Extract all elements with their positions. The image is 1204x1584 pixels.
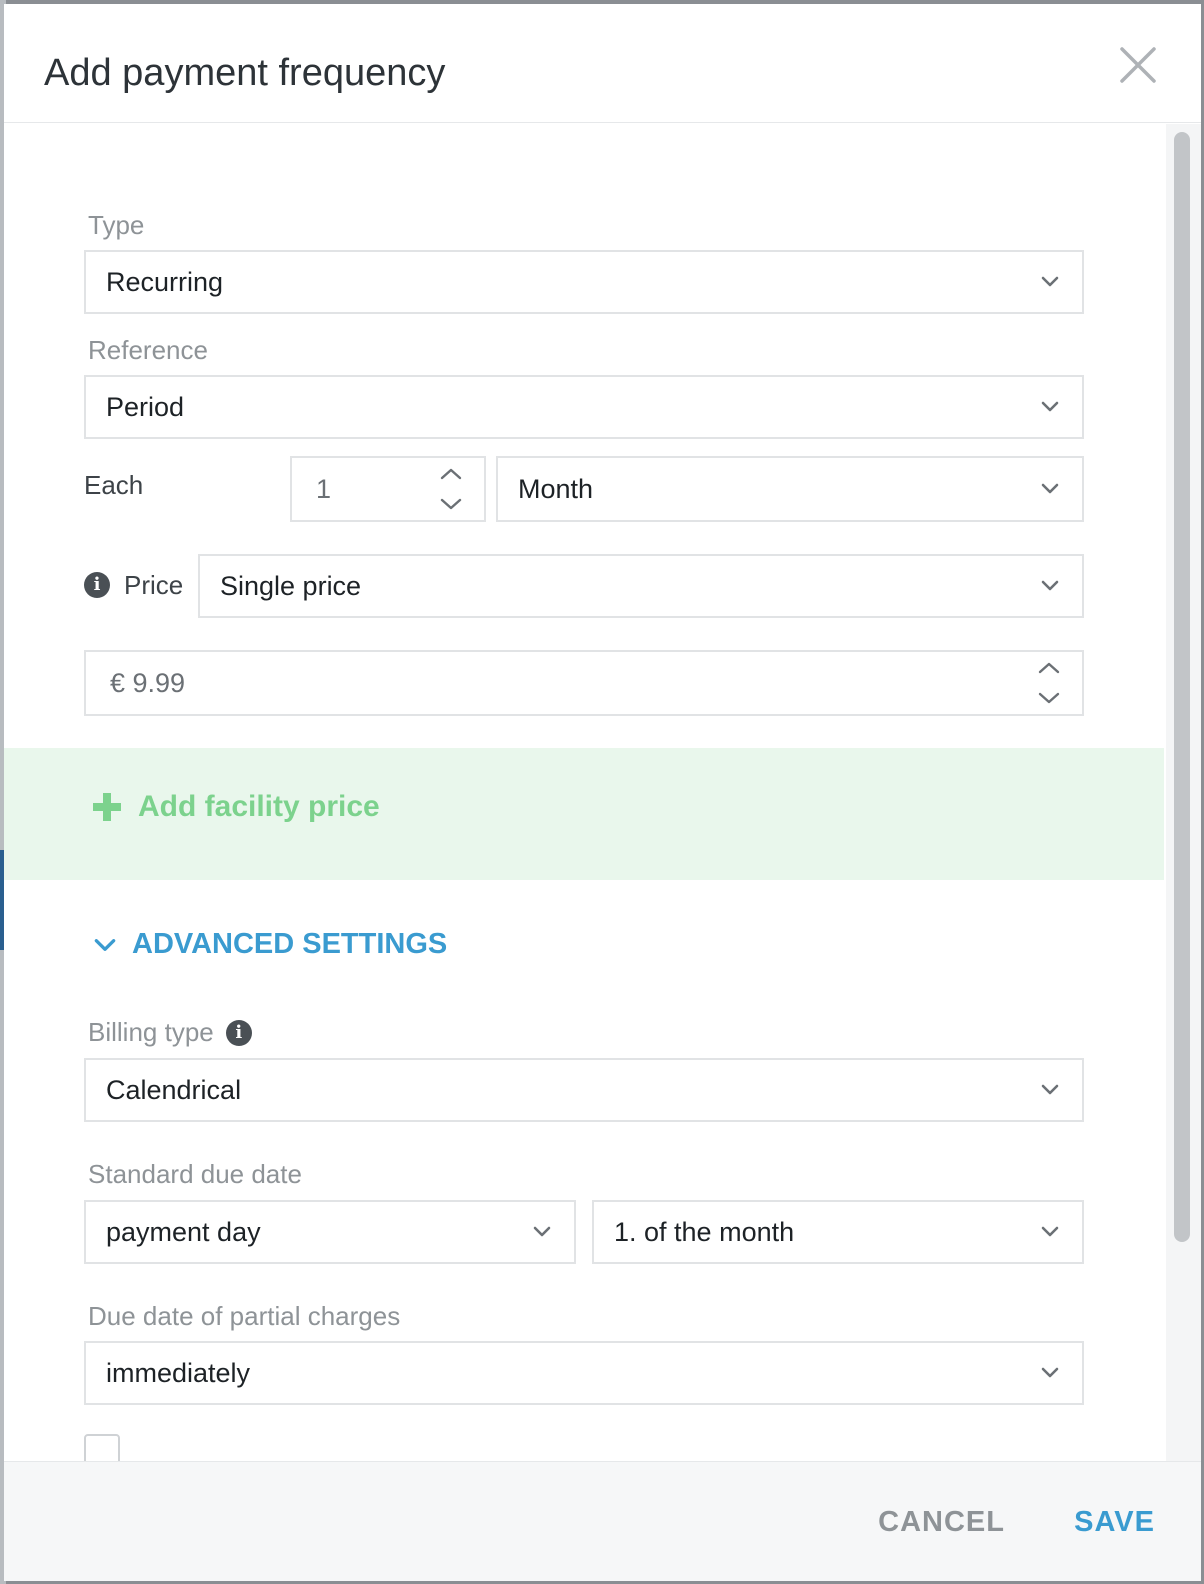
standard-due-day-value: 1. of the month	[614, 1216, 795, 1247]
each-label: Each	[84, 470, 144, 500]
modal-footer: CANCEL SAVE	[4, 1461, 1201, 1581]
cancel-button[interactable]: CANCEL	[878, 1506, 1005, 1539]
chevron-down-icon	[1041, 1226, 1059, 1237]
advanced-settings-toggle[interactable]: ADVANCED SETTINGS	[92, 928, 447, 961]
price-mode-select[interactable]: Single price	[198, 554, 1084, 618]
checkbox-row	[84, 1434, 120, 1464]
price-info-icon[interactable]: i	[84, 572, 110, 598]
billing-type-label: Billing type	[88, 1017, 214, 1047]
modal-title: Add payment frequency	[44, 52, 446, 94]
price-label: Price	[124, 570, 184, 600]
each-unit-value: Month	[518, 473, 594, 504]
reference-label: Reference	[88, 335, 208, 365]
modal-body: Type Recurring Reference Period Each 1 M…	[4, 124, 1164, 1464]
reference-select-value: Period	[106, 391, 185, 422]
each-count-value: 1	[316, 473, 332, 504]
chevron-down-icon	[1041, 483, 1059, 494]
modal-header: Add payment frequency	[4, 4, 1201, 123]
payment-frequency-modal: Add payment frequency Type Recurring Ref…	[4, 4, 1201, 1581]
each-unit-select[interactable]: Month	[496, 456, 1084, 522]
chevron-down-icon	[94, 938, 116, 951]
each-count-stepper[interactable]: 1	[290, 456, 486, 522]
save-button[interactable]: SAVE	[1074, 1506, 1155, 1539]
scrollbar-thumb[interactable]	[1174, 132, 1190, 1242]
type-select-value: Recurring	[106, 266, 224, 297]
standard-due-day-select[interactable]: 1. of the month	[592, 1200, 1084, 1264]
add-facility-price-label: Add facility price	[138, 790, 380, 823]
close-icon[interactable]	[1119, 46, 1157, 84]
stepper-arrows-icon[interactable]	[438, 464, 464, 514]
chevron-down-icon	[1041, 1084, 1059, 1095]
chevron-down-icon	[1041, 276, 1059, 287]
billing-type-label-row: Billing type i	[88, 1017, 252, 1048]
standard-due-date-select[interactable]: payment day	[84, 1200, 576, 1264]
standard-due-date-label: Standard due date	[88, 1159, 302, 1189]
price-mode-value: Single price	[220, 570, 362, 601]
billing-type-select[interactable]: Calendrical	[84, 1058, 1084, 1122]
billing-type-info-icon[interactable]: i	[225, 1019, 252, 1046]
partial-due-date-value: immediately	[106, 1357, 251, 1388]
price-amount-value: € 9.99	[110, 667, 186, 698]
chevron-down-icon	[1041, 401, 1059, 412]
chevron-down-icon	[1041, 580, 1059, 591]
billing-type-value: Calendrical	[106, 1074, 242, 1105]
option-checkbox[interactable]	[84, 1434, 120, 1464]
type-label: Type	[88, 210, 145, 240]
chevron-down-icon	[533, 1226, 551, 1237]
advanced-settings-label: ADVANCED SETTINGS	[132, 928, 448, 960]
partial-due-date-select[interactable]: immediately	[84, 1341, 1084, 1405]
stepper-arrows-icon[interactable]	[1036, 658, 1062, 708]
type-select[interactable]: Recurring	[84, 250, 1084, 314]
plus-icon	[93, 793, 121, 821]
reference-select[interactable]: Period	[84, 375, 1084, 439]
standard-due-date-value: payment day	[106, 1216, 261, 1247]
add-facility-price-button[interactable]: Add facility price	[92, 790, 380, 824]
partial-due-date-label: Due date of partial charges	[88, 1301, 401, 1331]
chevron-down-icon	[1041, 1367, 1059, 1378]
price-amount-input[interactable]: € 9.99	[84, 650, 1084, 716]
